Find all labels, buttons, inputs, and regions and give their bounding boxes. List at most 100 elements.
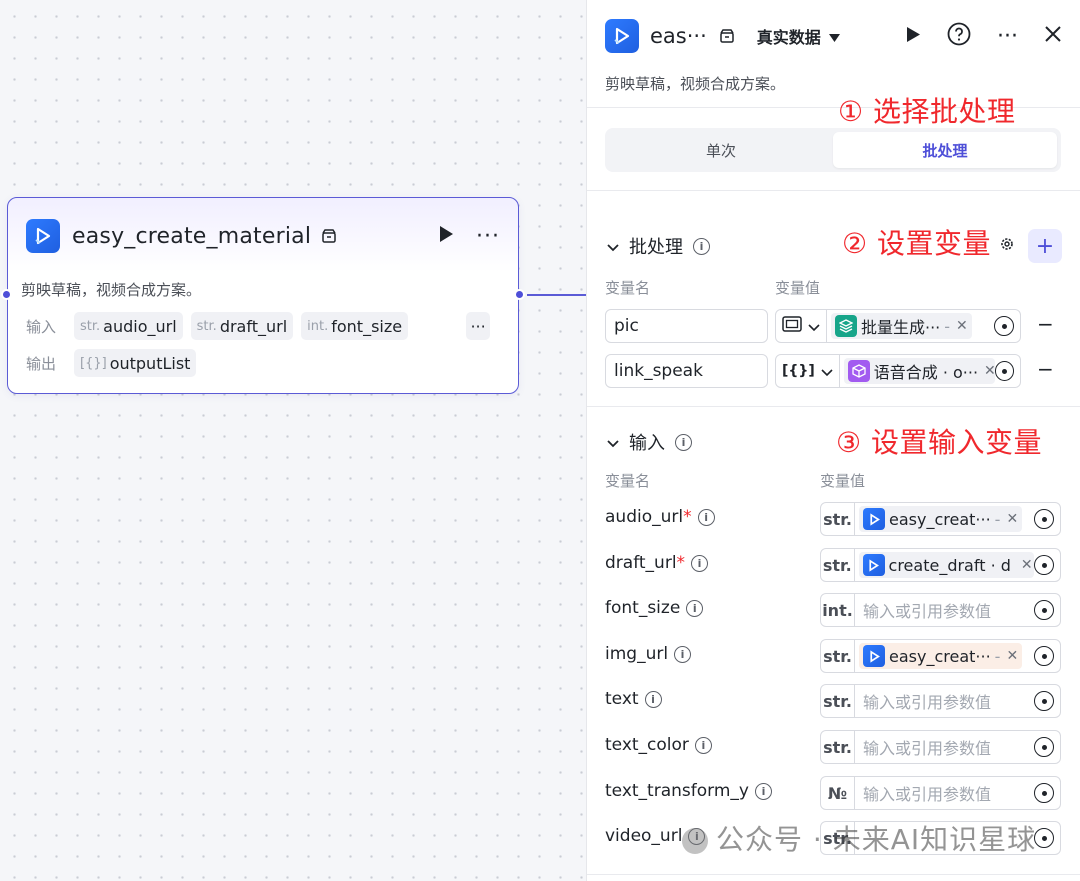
reference-chip[interactable]: 批量生成··· - ✕ (831, 313, 972, 339)
reference-target-icon[interactable] (1034, 509, 1054, 529)
remove-row-button[interactable]: − (1037, 357, 1054, 381)
input-chip: str. draft_url (190, 312, 294, 340)
param-name-text-transform-y: text_transform_y i (605, 781, 772, 801)
input-chip: int. font_size (301, 312, 409, 340)
more-inputs-button[interactable]: ··· (466, 312, 491, 340)
param-value-field[interactable]: str. easy_creat··· - ✕ (820, 639, 1061, 673)
info-icon[interactable]: i (697, 508, 715, 526)
param-value-field[interactable]: str. 输入或引用参数值 (820, 730, 1061, 764)
column-label-name: 变量名 (605, 472, 651, 490)
workflow-node[interactable]: easy_create_material ··· 剪映草稿，视频合成方案。 输入… (1, 197, 525, 394)
reference-target-icon[interactable] (1034, 600, 1054, 620)
capcut-app-icon (605, 19, 639, 53)
type-selector[interactable] (776, 310, 827, 342)
wechat-icon (682, 828, 708, 854)
chevron-down-icon (808, 317, 820, 336)
tab-single[interactable]: 单次 (609, 132, 833, 168)
tab-batch[interactable]: 批处理 (833, 132, 1057, 168)
reference-target-icon[interactable] (1034, 737, 1054, 757)
input-section-header[interactable]: 输入 i (607, 429, 692, 455)
batch-var-value-field[interactable]: [{}] 语音合成 · o··· ✕ (775, 354, 1021, 388)
info-icon[interactable]: i (754, 782, 772, 800)
reference-target-icon[interactable] (1034, 646, 1054, 666)
chevron-down-icon (607, 432, 619, 453)
param-value-field[interactable]: str. create_draft · d ✕ (820, 548, 1061, 582)
reference-target-icon[interactable] (1034, 783, 1054, 803)
param-name-text: text i (605, 689, 662, 709)
reference-chip[interactable]: easy_creat··· - ✕ (859, 643, 1023, 669)
node-description: 剪映草稿，视频合成方案。 (21, 281, 202, 299)
close-icon[interactable] (1044, 25, 1062, 47)
value-input[interactable]: 输入或引用参数值 (863, 781, 991, 805)
value-input[interactable]: 输入或引用参数值 (863, 598, 991, 622)
chevron-down-icon (607, 236, 619, 257)
type-badge: str. (821, 549, 855, 581)
run-icon[interactable] (906, 26, 921, 47)
more-icon[interactable]: ··· (476, 224, 500, 249)
info-icon[interactable]: i (686, 599, 704, 617)
workflow-canvas[interactable] (0, 0, 586, 881)
param-value-field[interactable]: № 输入或引用参数值 (820, 776, 1061, 810)
param-value-field[interactable]: int. 输入或引用参数值 (820, 593, 1061, 627)
type-selector[interactable]: [{}] (776, 355, 840, 387)
value-input[interactable]: 输入或引用参数值 (863, 735, 991, 759)
batch-var-value-field[interactable]: 批量生成··· - ✕ (775, 309, 1021, 343)
value-input[interactable]: 输入或引用参数值 (863, 689, 991, 713)
capcut-app-icon (863, 645, 885, 667)
reference-target-icon[interactable] (1034, 691, 1054, 711)
input-port[interactable] (1, 289, 12, 300)
info-icon[interactable]: i (644, 690, 662, 708)
type-badge: № (821, 777, 855, 809)
type-badge: str. (821, 640, 855, 672)
annotation-step2: ② 设置变量 (842, 227, 992, 260)
batch-section-header[interactable]: 批处理 i (607, 233, 710, 259)
info-icon[interactable]: i (693, 237, 710, 255)
param-name-draft-url: draft_url * i (605, 553, 709, 573)
data-mode-dropdown[interactable]: 真实数据 (757, 24, 840, 48)
param-value-field[interactable]: str. easy_creat··· - ✕ (820, 502, 1061, 536)
info-icon[interactable]: i (675, 433, 692, 451)
remove-row-button[interactable]: − (1037, 312, 1054, 336)
run-mode-tabs: 单次 批处理 (605, 128, 1061, 172)
info-icon[interactable]: i (674, 645, 692, 663)
remove-reference-icon[interactable]: ✕ (1006, 511, 1018, 527)
input-chip: str. audio_url (74, 312, 183, 340)
array-object-icon: [{}] (782, 363, 815, 379)
reference-chip[interactable]: easy_creat··· - ✕ (859, 506, 1023, 532)
chevron-down-icon (821, 362, 833, 381)
run-icon[interactable] (438, 225, 454, 247)
input-section-title: 输入 (629, 433, 665, 454)
reference-chip[interactable]: 语音合成 · o··· ✕ (843, 358, 995, 384)
reference-target-icon[interactable] (994, 316, 1014, 336)
remove-reference-icon[interactable]: ✕ (984, 363, 995, 379)
capcut-app-icon (863, 508, 885, 530)
output-port[interactable] (514, 289, 525, 300)
help-icon[interactable] (947, 22, 971, 50)
reference-target-icon[interactable] (1034, 555, 1054, 575)
info-icon[interactable]: i (694, 736, 712, 754)
reference-target-icon[interactable] (1034, 828, 1054, 848)
remove-reference-icon[interactable]: ✕ (956, 318, 968, 334)
output-chip: [{}] outputList (74, 349, 197, 377)
reference-target-icon[interactable] (994, 361, 1014, 381)
store-icon (719, 28, 735, 44)
remove-reference-icon[interactable]: ✕ (1021, 557, 1033, 573)
batch-var-name-input[interactable]: pic (605, 309, 768, 343)
node-inputs: 输入 str. audio_url str. draft_url int. font_… (26, 312, 491, 340)
param-name-audio-url: audio_url * i (605, 507, 715, 527)
param-name-img-url: img_url i (605, 644, 692, 664)
remove-reference-icon[interactable]: ✕ (1006, 648, 1018, 664)
cube-icon (847, 360, 870, 382)
add-variable-button[interactable]: + (1028, 229, 1062, 263)
reference-chip[interactable]: create_draft · d ✕ (858, 552, 1035, 578)
node-outputs: 输出 [{}] outputList (26, 349, 197, 377)
info-icon[interactable]: i (691, 554, 709, 572)
capcut-app-icon (26, 219, 60, 253)
gear-icon[interactable] (999, 236, 1015, 256)
batch-var-name-input[interactable]: link_speak (605, 354, 768, 388)
store-icon (321, 228, 337, 244)
param-value-field[interactable]: str. 输入或引用参数值 (820, 684, 1061, 718)
annotation-step3: ③ 设置输入变量 (836, 426, 1043, 459)
node-connector (527, 294, 586, 296)
more-icon[interactable]: ··· (997, 24, 1018, 49)
